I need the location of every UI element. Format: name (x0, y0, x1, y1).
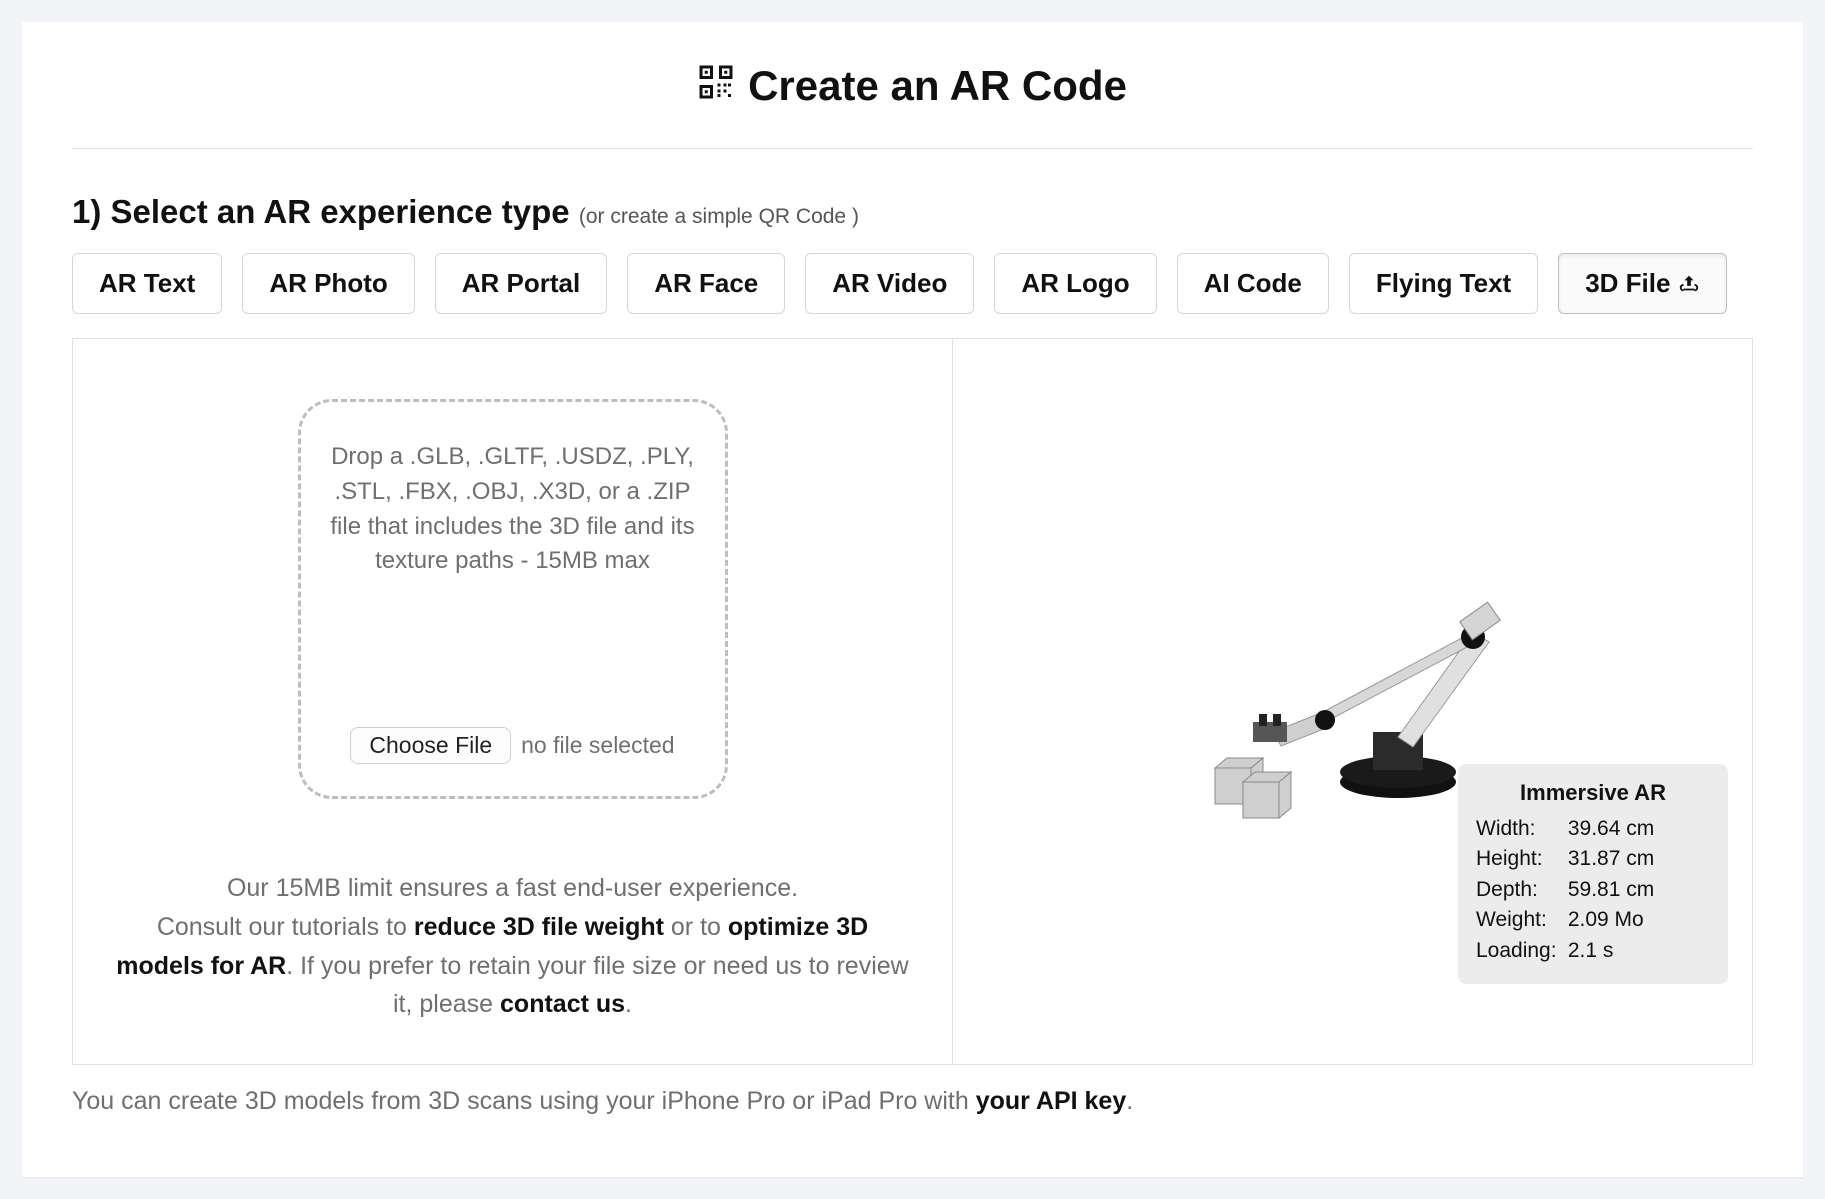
page-title-text: Create an AR Code (748, 62, 1127, 110)
tab-ai-code[interactable]: AI Code (1177, 253, 1329, 314)
contact-us-link[interactable]: contact us (500, 990, 625, 1018)
content-area: Drop a .GLB, .GLTF, .USDZ, .PLY, .STL, .… (72, 338, 1753, 1065)
no-file-label: no file selected (521, 729, 674, 762)
dropzone[interactable]: Drop a .GLB, .GLTF, .USDZ, .PLY, .STL, .… (298, 399, 728, 799)
upload-column: Drop a .GLB, .GLTF, .USDZ, .PLY, .STL, .… (73, 339, 953, 1064)
info-row: Height: 31.87 cm (1476, 844, 1710, 874)
tab-ar-photo[interactable]: AR Photo (242, 253, 414, 314)
tab-ar-video[interactable]: AR Video (805, 253, 974, 314)
section-title-main: 1) Select an AR experience type (72, 193, 570, 230)
qr-code-link[interactable]: QR Code (759, 205, 847, 228)
help-text: Our 15MB limit ensures a fast end-user e… (113, 869, 912, 1024)
experience-type-tabs: AR Text AR Photo AR Portal AR Face AR Video A… (72, 253, 1753, 314)
file-row: Choose File no file selected (319, 727, 707, 764)
main-panel: Create an AR Code 1) Select an AR experi… (22, 22, 1803, 1177)
immersive-info-card: Immersive AR Width: 39.64 cmHeight: 31.8… (1458, 764, 1728, 984)
page-header: Create an AR Code (72, 62, 1753, 149)
tab-ar-text[interactable]: AR Text (72, 253, 222, 314)
tab-flying-text[interactable]: Flying Text (1349, 253, 1538, 314)
qr-icon (698, 62, 734, 110)
api-key-link[interactable]: your API key (976, 1087, 1127, 1115)
tab-ar-logo[interactable]: AR Logo (994, 253, 1156, 314)
footnote: You can create 3D models from 3D scans u… (72, 1087, 1753, 1116)
info-card-title: Immersive AR (1476, 780, 1710, 806)
tab-3d-file[interactable]: 3D File (1558, 253, 1727, 314)
dropzone-text: Drop a .GLB, .GLTF, .USDZ, .PLY, .STL, .… (319, 440, 707, 579)
info-row: Depth: 59.81 cm (1476, 875, 1710, 905)
tab-ar-portal[interactable]: AR Portal (435, 253, 607, 314)
info-row: Loading: 2.1 s (1476, 936, 1710, 966)
tab-ar-face[interactable]: AR Face (627, 253, 785, 314)
upload-icon (1678, 273, 1700, 295)
info-row: Weight: 2.09 Mo (1476, 905, 1710, 935)
info-row: Width: 39.64 cm (1476, 814, 1710, 844)
section-title: 1) Select an AR experience type (or crea… (72, 193, 1753, 231)
section-title-sub: (or create a simple QR Code ) (579, 205, 859, 228)
preview-column: Immersive AR Width: 39.64 cmHeight: 31.8… (953, 339, 1752, 1064)
page-title: Create an AR Code (698, 62, 1127, 110)
reduce-weight-link[interactable]: reduce 3D file weight (414, 913, 664, 941)
choose-file-button[interactable]: Choose File (350, 727, 511, 764)
